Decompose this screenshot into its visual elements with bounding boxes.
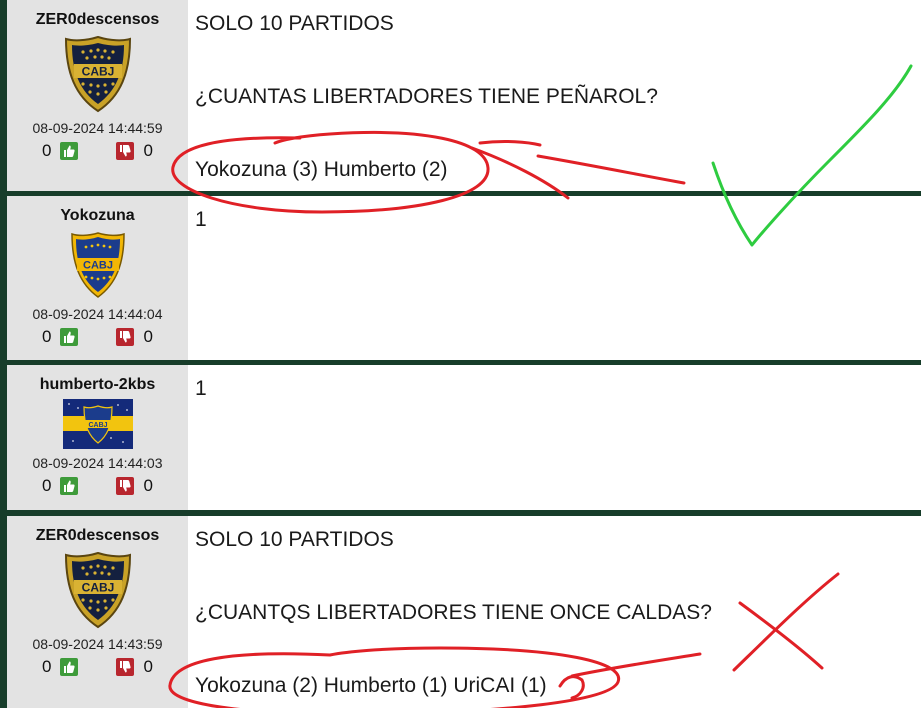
comment-body: SOLO 10 PARTIDOS ¿CUANTAS LIBERTADORES T… — [188, 0, 658, 191]
vote-bar: 0 0 — [42, 476, 153, 496]
thumbs-up-icon[interactable] — [59, 658, 78, 676]
comment-post: humberto-2kbs CABJ 08-09-2024 14:44:03 0 — [7, 365, 921, 510]
cabj-flag-icon: CABJ — [62, 399, 133, 449]
like-count: 0 — [42, 141, 52, 160]
like-count: 0 — [42, 327, 52, 346]
vote-bar: 0 0 — [42, 327, 153, 347]
username-link[interactable]: humberto-2kbs — [40, 376, 156, 394]
comment-post: ZER0descensos CABJ 08-09-2024 14:44:59 0… — [7, 0, 921, 191]
comment-line: Yokozuna (3) Humberto (2) — [195, 158, 448, 182]
vote-bar: 0 0 — [42, 657, 153, 677]
thumbs-up-icon[interactable] — [59, 142, 78, 160]
svg-text:CABJ: CABJ — [81, 65, 114, 79]
avatar[interactable]: CABJ — [62, 399, 133, 449]
comment-feed: ZER0descensos CABJ 08-09-2024 14:44:59 0… — [0, 0, 921, 708]
thumbs-down-icon[interactable] — [115, 328, 134, 346]
dislike-count: 0 — [143, 476, 153, 495]
username-link[interactable]: ZER0descensos — [36, 11, 160, 29]
comment-line: 1 — [195, 377, 207, 400]
comment-line: 1 — [195, 208, 207, 231]
cabj-gold-shield-icon: CABJ — [64, 35, 131, 113]
thumbs-down-icon[interactable] — [115, 477, 134, 495]
comment-line: SOLO 10 PARTIDOS — [195, 528, 394, 551]
post-timestamp: 08-09-2024 14:43:59 — [32, 636, 163, 652]
comment-post: ZER0descensos CABJ 08-09-2024 14:43:59 0… — [7, 516, 921, 708]
like-count: 0 — [42, 657, 52, 676]
comment-line: ¿CUANTQS LIBERTADORES TIENE ONCE CALDAS? — [195, 601, 712, 625]
username-link[interactable]: ZER0descensos — [36, 527, 160, 545]
svg-text:CABJ: CABJ — [81, 581, 114, 595]
comment-line: SOLO 10 PARTIDOS — [195, 12, 394, 35]
svg-text:CABJ: CABJ — [83, 260, 113, 272]
avatar[interactable]: CABJ — [68, 230, 128, 300]
dislike-count: 0 — [143, 141, 153, 160]
dislike-count: 0 — [143, 327, 153, 346]
username-link[interactable]: Yokozuna — [60, 207, 134, 225]
comment-post: Yokozuna CABJ 08-09-2024 14:44:04 0 0 1 — [7, 196, 921, 360]
comment-line: Yokozuna (2) Humberto (1) UriCAI (1) — [195, 674, 547, 698]
comment-body: 1 — [188, 196, 207, 360]
post-timestamp: 08-09-2024 14:44:04 — [32, 306, 163, 322]
post-timestamp: 08-09-2024 14:44:59 — [32, 120, 163, 136]
thumbs-up-icon[interactable] — [59, 477, 78, 495]
avatar[interactable]: CABJ — [63, 550, 133, 630]
comment-author-panel: ZER0descensos CABJ 08-09-2024 14:44:59 0… — [7, 0, 188, 191]
comment-author-panel: Yokozuna CABJ 08-09-2024 14:44:04 0 0 — [7, 196, 188, 360]
svg-text:CABJ: CABJ — [88, 422, 107, 429]
comment-body: 1 — [188, 365, 207, 510]
cabj-gold-shield-icon: CABJ — [64, 551, 131, 629]
comment-line: ¿CUANTAS LIBERTADORES TIENE PEÑAROL? — [195, 85, 658, 109]
like-count: 0 — [42, 476, 52, 495]
comment-body: SOLO 10 PARTIDOS ¿CUANTQS LIBERTADORES T… — [188, 516, 712, 708]
thumbs-down-icon[interactable] — [115, 142, 134, 160]
comment-author-panel: ZER0descensos CABJ 08-09-2024 14:43:59 0… — [7, 516, 188, 708]
post-timestamp: 08-09-2024 14:44:03 — [32, 455, 163, 471]
comment-author-panel: humberto-2kbs CABJ 08-09-2024 14:44:03 0 — [7, 365, 188, 510]
thumbs-down-icon[interactable] — [115, 658, 134, 676]
dislike-count: 0 — [143, 657, 153, 676]
cabj-blue-shield-icon: CABJ — [70, 232, 125, 298]
thumbs-up-icon[interactable] — [59, 328, 78, 346]
avatar[interactable]: CABJ — [63, 34, 133, 114]
vote-bar: 0 0 — [42, 141, 153, 161]
